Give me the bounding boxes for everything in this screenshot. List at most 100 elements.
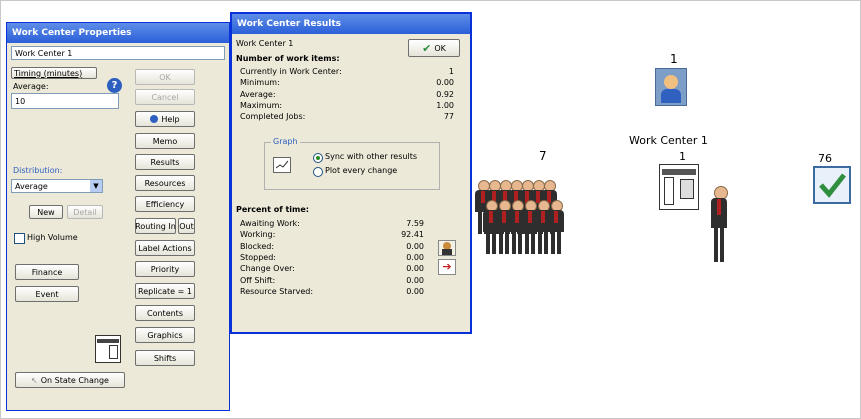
new-button[interactable]: New xyxy=(29,205,63,219)
work-item-value: 0.92 xyxy=(436,89,454,99)
on-state-change-button[interactable]: ↖ On State Change xyxy=(15,372,125,388)
distribution-select[interactable]: Average ▼ xyxy=(11,179,103,193)
percent-label: Change Over: xyxy=(240,264,295,274)
distribution-value: Average xyxy=(15,181,48,191)
graphics-button[interactable]: Graphics xyxy=(135,327,195,343)
percent-value: 92.41 xyxy=(401,230,424,240)
percent-heading: Percent of time: xyxy=(236,205,309,214)
work-item-label: Currently in Work Center: xyxy=(240,67,342,76)
percent-row: Stopped: 0.00 xyxy=(240,253,454,264)
routing-in-button[interactable]: Routing In xyxy=(135,218,176,234)
results-title: Work Center Results xyxy=(232,14,470,34)
percent-value: 0.00 xyxy=(406,286,424,296)
work-item-label: Minimum: xyxy=(240,78,280,88)
results-ok-label: OK xyxy=(434,43,446,53)
contents-button[interactable]: Contents xyxy=(135,305,195,321)
average-input[interactable]: 10 xyxy=(11,93,119,109)
plot-radio[interactable] xyxy=(313,167,323,177)
percent-row: Blocked: 0.00 xyxy=(240,242,454,253)
percent-row: Off Shift: 0.00 xyxy=(240,276,454,287)
exit-check-icon[interactable] xyxy=(813,166,851,204)
plot-option-label: Plot every change xyxy=(325,166,398,175)
on-state-change-label: On State Change xyxy=(40,375,109,385)
percent-value: 0.00 xyxy=(406,264,424,274)
help-button-label: Help xyxy=(161,114,180,124)
percent-label: Resource Starved: xyxy=(240,286,314,296)
percent-value: 0.00 xyxy=(406,252,424,262)
work-item-value: 1 xyxy=(448,67,454,76)
graph-icon[interactable] xyxy=(273,157,291,173)
work-item-row: Currently in Work Center: 1 xyxy=(240,67,454,78)
percent-value: 0.00 xyxy=(406,275,424,285)
chevron-down-icon: ▼ xyxy=(90,180,102,192)
help-button[interactable]: Help xyxy=(135,111,195,127)
event-button[interactable]: Event xyxy=(15,286,79,302)
timing-button-label: Timing (minutes) xyxy=(14,68,83,78)
entry-count: 1 xyxy=(670,52,678,66)
check-icon: ✔ xyxy=(422,41,432,55)
percent-label: Working: xyxy=(240,230,276,240)
routing-out-button[interactable]: Out xyxy=(178,218,195,234)
line-graph-icon xyxy=(275,160,289,169)
percent-label: Awaiting Work: xyxy=(240,219,300,228)
work-item-row: Maximum: 1.00 xyxy=(240,101,454,112)
results-window: Work Center Results Work Center 1 ✔ OK N… xyxy=(230,12,472,334)
work-item-label: Completed Jobs: xyxy=(240,112,306,122)
graph-label: Graph xyxy=(271,137,300,146)
distribution-label: Distribution: xyxy=(13,166,63,175)
label-actions-button[interactable]: Label Actions xyxy=(135,240,195,256)
percent-row: Resource Starved: 0.00 xyxy=(240,287,454,298)
high-volume-checkbox[interactable] xyxy=(14,233,25,244)
percent-value: 7.59 xyxy=(406,219,424,228)
work-items-heading: Number of work items: xyxy=(236,54,340,63)
results-ok-button[interactable]: ✔ OK xyxy=(408,39,460,57)
desk-icon xyxy=(95,335,121,363)
check-mark-icon xyxy=(819,173,846,198)
work-center-label: Work Center 1 xyxy=(629,134,708,147)
help-icon xyxy=(150,115,159,123)
percent-label: Blocked: xyxy=(240,241,275,251)
sync-option-label: Sync with other results xyxy=(325,152,417,161)
help-question-icon[interactable]: ? xyxy=(107,78,122,93)
work-item-label: Average: xyxy=(240,89,276,99)
entry-icon[interactable] xyxy=(655,68,687,106)
efficiency-button[interactable]: Efficiency xyxy=(135,196,195,212)
percent-row: Working: 92.41 xyxy=(240,230,454,241)
work-item-row: Average: 0.92 xyxy=(240,90,454,101)
priority-button[interactable]: Priority xyxy=(135,261,195,277)
resources-button[interactable]: Resources xyxy=(135,175,195,191)
work-center-desk-icon[interactable] xyxy=(659,164,699,210)
worker-icon xyxy=(711,186,728,264)
percent-label: Off Shift: xyxy=(240,275,276,285)
queued-person-icon xyxy=(548,200,564,256)
memo-button[interactable]: Memo xyxy=(135,133,195,149)
timing-button[interactable]: Timing (minutes) xyxy=(11,67,97,79)
work-center-count: 1 xyxy=(679,150,686,163)
properties-title: Work Center Properties xyxy=(7,23,229,43)
name-field[interactable]: Work Center 1 xyxy=(11,46,225,60)
work-item-label: Maximum: xyxy=(240,100,283,110)
average-label: Average: xyxy=(13,82,49,91)
graph-group: Graph Sync with other results Plot every… xyxy=(264,137,440,190)
shifts-button[interactable]: Shifts xyxy=(135,350,195,366)
percent-label: Stopped: xyxy=(240,252,276,262)
properties-window: Work Center Properties Work Center 1 Tim… xyxy=(6,22,230,411)
detail-button[interactable]: Detail xyxy=(67,205,103,219)
queue-count: 7 xyxy=(539,149,547,163)
results-work-center-name: Work Center 1 xyxy=(236,39,294,48)
queue-people[interactable] xyxy=(475,180,575,260)
work-item-value: 1.00 xyxy=(436,100,454,110)
work-item-value: 0.00 xyxy=(436,78,454,88)
results-button[interactable]: Results xyxy=(135,154,195,170)
sync-radio[interactable] xyxy=(313,153,323,163)
percent-row: Change Over: 0.00 xyxy=(240,264,454,275)
work-item-row: Completed Jobs: 77 xyxy=(240,112,454,123)
ok-button[interactable]: OK xyxy=(135,69,195,85)
percent-value: 0.00 xyxy=(406,241,424,251)
cancel-button[interactable]: Cancel xyxy=(135,89,195,105)
exit-count: 76 xyxy=(818,152,832,165)
work-item-value: 77 xyxy=(443,112,454,122)
finance-button[interactable]: Finance xyxy=(15,264,79,280)
replicate-button[interactable]: Replicate = 1 xyxy=(135,283,195,299)
work-item-row: Minimum: 0.00 xyxy=(240,78,454,89)
